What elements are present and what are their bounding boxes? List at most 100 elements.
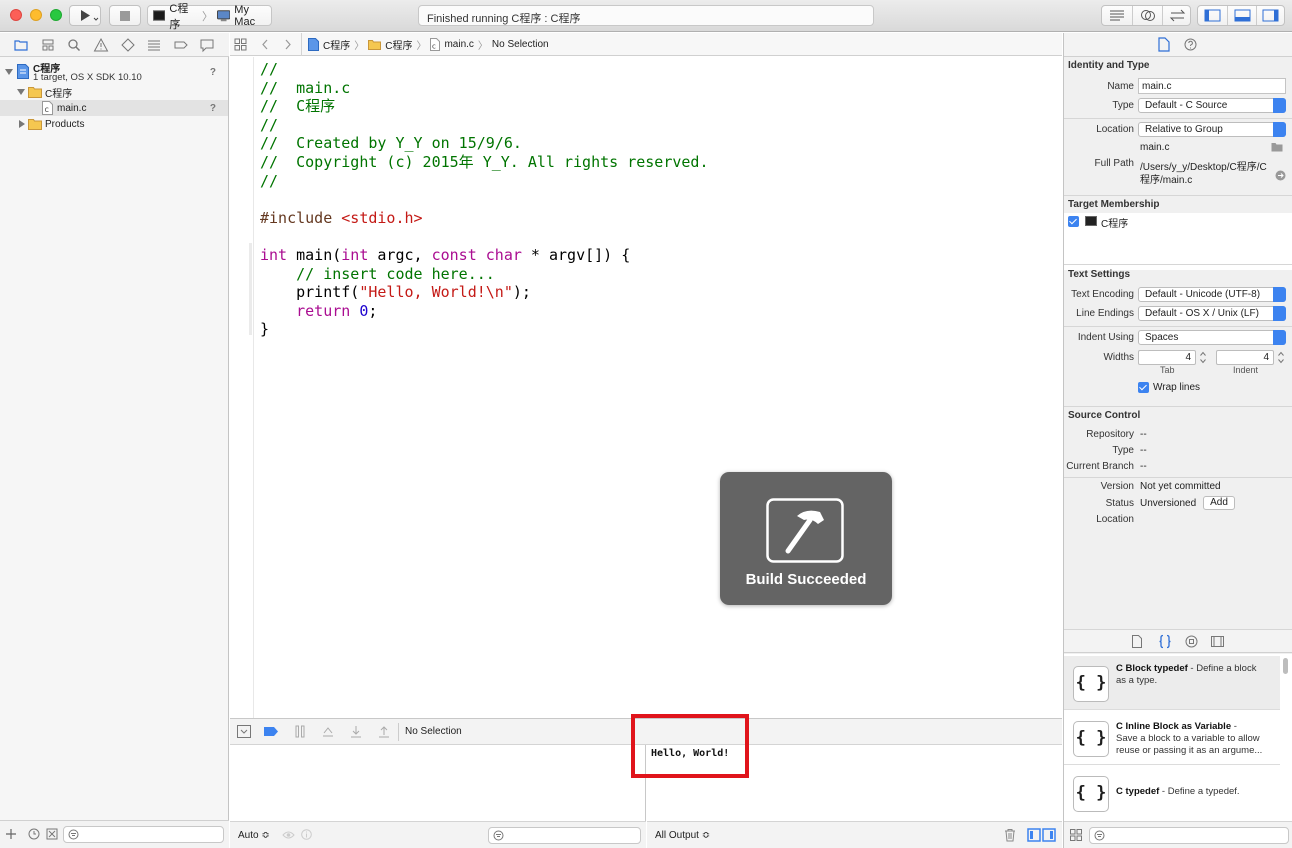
location-popup[interactable]: Relative to Group bbox=[1138, 122, 1286, 137]
folder-icon bbox=[28, 87, 42, 98]
step-into-icon[interactable] bbox=[349, 725, 363, 738]
recent-files-clock-icon[interactable] bbox=[28, 828, 40, 840]
standard-editor-button[interactable] bbox=[1102, 6, 1132, 25]
search-icon[interactable] bbox=[66, 37, 82, 53]
text-encoding-popup[interactable]: Default - Unicode (UTF-8) bbox=[1138, 287, 1286, 302]
close-window-button[interactable] bbox=[10, 9, 22, 21]
minimize-window-button[interactable] bbox=[30, 9, 42, 21]
unsaved-filter-icon[interactable] bbox=[46, 828, 58, 840]
hide-debug-area-icon[interactable] bbox=[237, 725, 251, 738]
indent-width-stepper-icon[interactable] bbox=[1277, 350, 1285, 365]
run-button[interactable] bbox=[69, 5, 101, 26]
debug-list-icon[interactable] bbox=[146, 37, 162, 53]
indent-using-popup[interactable]: Spaces bbox=[1138, 330, 1286, 345]
debug-selection-label[interactable]: No Selection bbox=[405, 726, 462, 737]
variables-scope-popup[interactable]: Auto ≎ bbox=[238, 830, 270, 841]
step-over-icon[interactable] bbox=[321, 725, 335, 738]
back-chevron-icon[interactable] bbox=[260, 38, 270, 51]
snippet-desc: as a type. bbox=[1116, 675, 1158, 686]
tree-row-project[interactable]: C程序 1 target, OS X SDK 10.10 ? bbox=[0, 59, 228, 85]
zoom-window-button[interactable] bbox=[50, 9, 62, 21]
snippet-item[interactable]: { } C Inline Block as Variable - Save a … bbox=[1064, 711, 1280, 765]
toggle-debug-area-button[interactable] bbox=[1227, 6, 1256, 25]
disclosure-triangle-icon[interactable] bbox=[17, 89, 25, 95]
object-library-icon[interactable] bbox=[1185, 635, 1198, 648]
warning-icon[interactable] bbox=[93, 37, 109, 53]
library-scrollbar[interactable] bbox=[1283, 658, 1288, 674]
snippet-item[interactable]: { } C Block typedef - Define a block as … bbox=[1064, 656, 1280, 710]
pause-icon[interactable] bbox=[294, 725, 306, 738]
console-split-view-icon[interactable] bbox=[1027, 828, 1057, 842]
tab-width-field[interactable]: 4 bbox=[1138, 350, 1196, 365]
wrap-lines-checkbox[interactable] bbox=[1138, 382, 1149, 393]
grid-view-icon[interactable] bbox=[1070, 829, 1082, 841]
snippet-item[interactable]: { } C typedef - Define a typedef. bbox=[1064, 766, 1280, 820]
status-value: Unversioned bbox=[1140, 498, 1197, 509]
quick-help-icon[interactable] bbox=[1184, 38, 1197, 51]
snippet-text: C Block typedef - Define a block as a ty… bbox=[1116, 663, 1276, 687]
activity-viewer: Finished running C程序 : C程序 bbox=[418, 5, 874, 26]
version-value: Not yet committed bbox=[1140, 481, 1221, 492]
reveal-arrow-icon[interactable] bbox=[1275, 170, 1286, 181]
tree-row-products[interactable]: Products bbox=[0, 116, 228, 132]
repository-label: Repository bbox=[1086, 429, 1134, 440]
variables-view[interactable]: Auto ≎ bbox=[230, 745, 646, 848]
disclosure-triangle-icon[interactable] bbox=[19, 120, 25, 128]
reveal-folder-icon[interactable] bbox=[1271, 142, 1283, 152]
file-inspector-icon[interactable] bbox=[1158, 37, 1170, 52]
line-endings-popup[interactable]: Default - OS X / Unix (LF) bbox=[1138, 306, 1286, 321]
stop-button[interactable] bbox=[109, 5, 141, 26]
mac-icon bbox=[216, 9, 231, 21]
variables-filter-input[interactable] bbox=[488, 827, 641, 844]
version-editor-button[interactable] bbox=[1162, 6, 1191, 25]
tree-row-file-selected[interactable]: c main.c ? bbox=[0, 100, 228, 116]
library-filter-input[interactable] bbox=[1089, 827, 1289, 844]
console-output-filter-popup[interactable]: All Output ≎ bbox=[655, 830, 710, 841]
eye-icon[interactable] bbox=[282, 830, 295, 840]
assistant-editor-button[interactable] bbox=[1132, 6, 1162, 25]
code-snippet-icon[interactable] bbox=[1158, 634, 1172, 649]
source-editor[interactable]: // // main.c // C程序 // // Created by Y_Y… bbox=[230, 57, 1062, 718]
file-template-icon[interactable] bbox=[1132, 635, 1142, 648]
code-token: ); bbox=[512, 283, 531, 302]
path-separator: 〉 bbox=[354, 41, 365, 52]
code-fold-ribbon[interactable] bbox=[249, 243, 252, 335]
related-items-grid-icon[interactable] bbox=[234, 38, 247, 51]
breakpoint-icon[interactable] bbox=[173, 37, 189, 53]
jump-bar-file[interactable]: main.c bbox=[444, 39, 473, 50]
breakpoints-toggle-icon[interactable] bbox=[264, 726, 279, 737]
info-icon[interactable] bbox=[301, 829, 312, 840]
navigator-filter-input[interactable] bbox=[63, 826, 224, 843]
folder-icon[interactable] bbox=[13, 37, 29, 53]
jump-bar-project[interactable]: C程序 bbox=[323, 37, 350, 52]
symbol-navigator-icon[interactable] bbox=[40, 37, 56, 53]
tree-row-group[interactable]: C程序 bbox=[0, 84, 228, 100]
file-type-popup[interactable]: Default - C Source bbox=[1138, 98, 1286, 113]
indent-using-label: Indent Using bbox=[1077, 332, 1134, 343]
add-button[interactable]: Add bbox=[1203, 496, 1235, 510]
snippet-title: C Inline Block as Variable bbox=[1116, 721, 1232, 732]
code-token: ; bbox=[368, 301, 378, 320]
jump-bar-group[interactable]: C程序 bbox=[385, 37, 412, 52]
tab-width-stepper-icon[interactable] bbox=[1199, 350, 1207, 365]
variables-filter-bar: Auto ≎ bbox=[230, 821, 646, 848]
disclosure-triangle-icon[interactable] bbox=[5, 69, 13, 75]
media-library-icon[interactable] bbox=[1211, 635, 1224, 648]
scheme-selector[interactable]: C程序 〉 My Mac bbox=[147, 3, 272, 31]
test-diamond-icon[interactable] bbox=[120, 37, 136, 53]
identity-section-title: Identity and Type bbox=[1068, 60, 1150, 71]
code-token: main( bbox=[287, 246, 342, 264]
indent-width-field[interactable]: 4 bbox=[1216, 350, 1274, 365]
toggle-navigator-button[interactable] bbox=[1198, 6, 1227, 25]
target-checkbox[interactable] bbox=[1068, 216, 1079, 227]
section-divider bbox=[1064, 406, 1292, 407]
add-icon[interactable] bbox=[5, 828, 17, 840]
name-field[interactable]: main.c bbox=[1138, 78, 1286, 94]
toggle-utilities-button[interactable] bbox=[1256, 6, 1284, 25]
report-icon[interactable] bbox=[199, 37, 215, 53]
step-out-icon[interactable] bbox=[377, 725, 391, 738]
forward-chevron-icon[interactable] bbox=[283, 38, 293, 51]
trash-icon[interactable] bbox=[1004, 828, 1016, 842]
jump-bar-selection[interactable]: No Selection bbox=[492, 39, 549, 50]
editor-gutter[interactable] bbox=[230, 57, 254, 718]
